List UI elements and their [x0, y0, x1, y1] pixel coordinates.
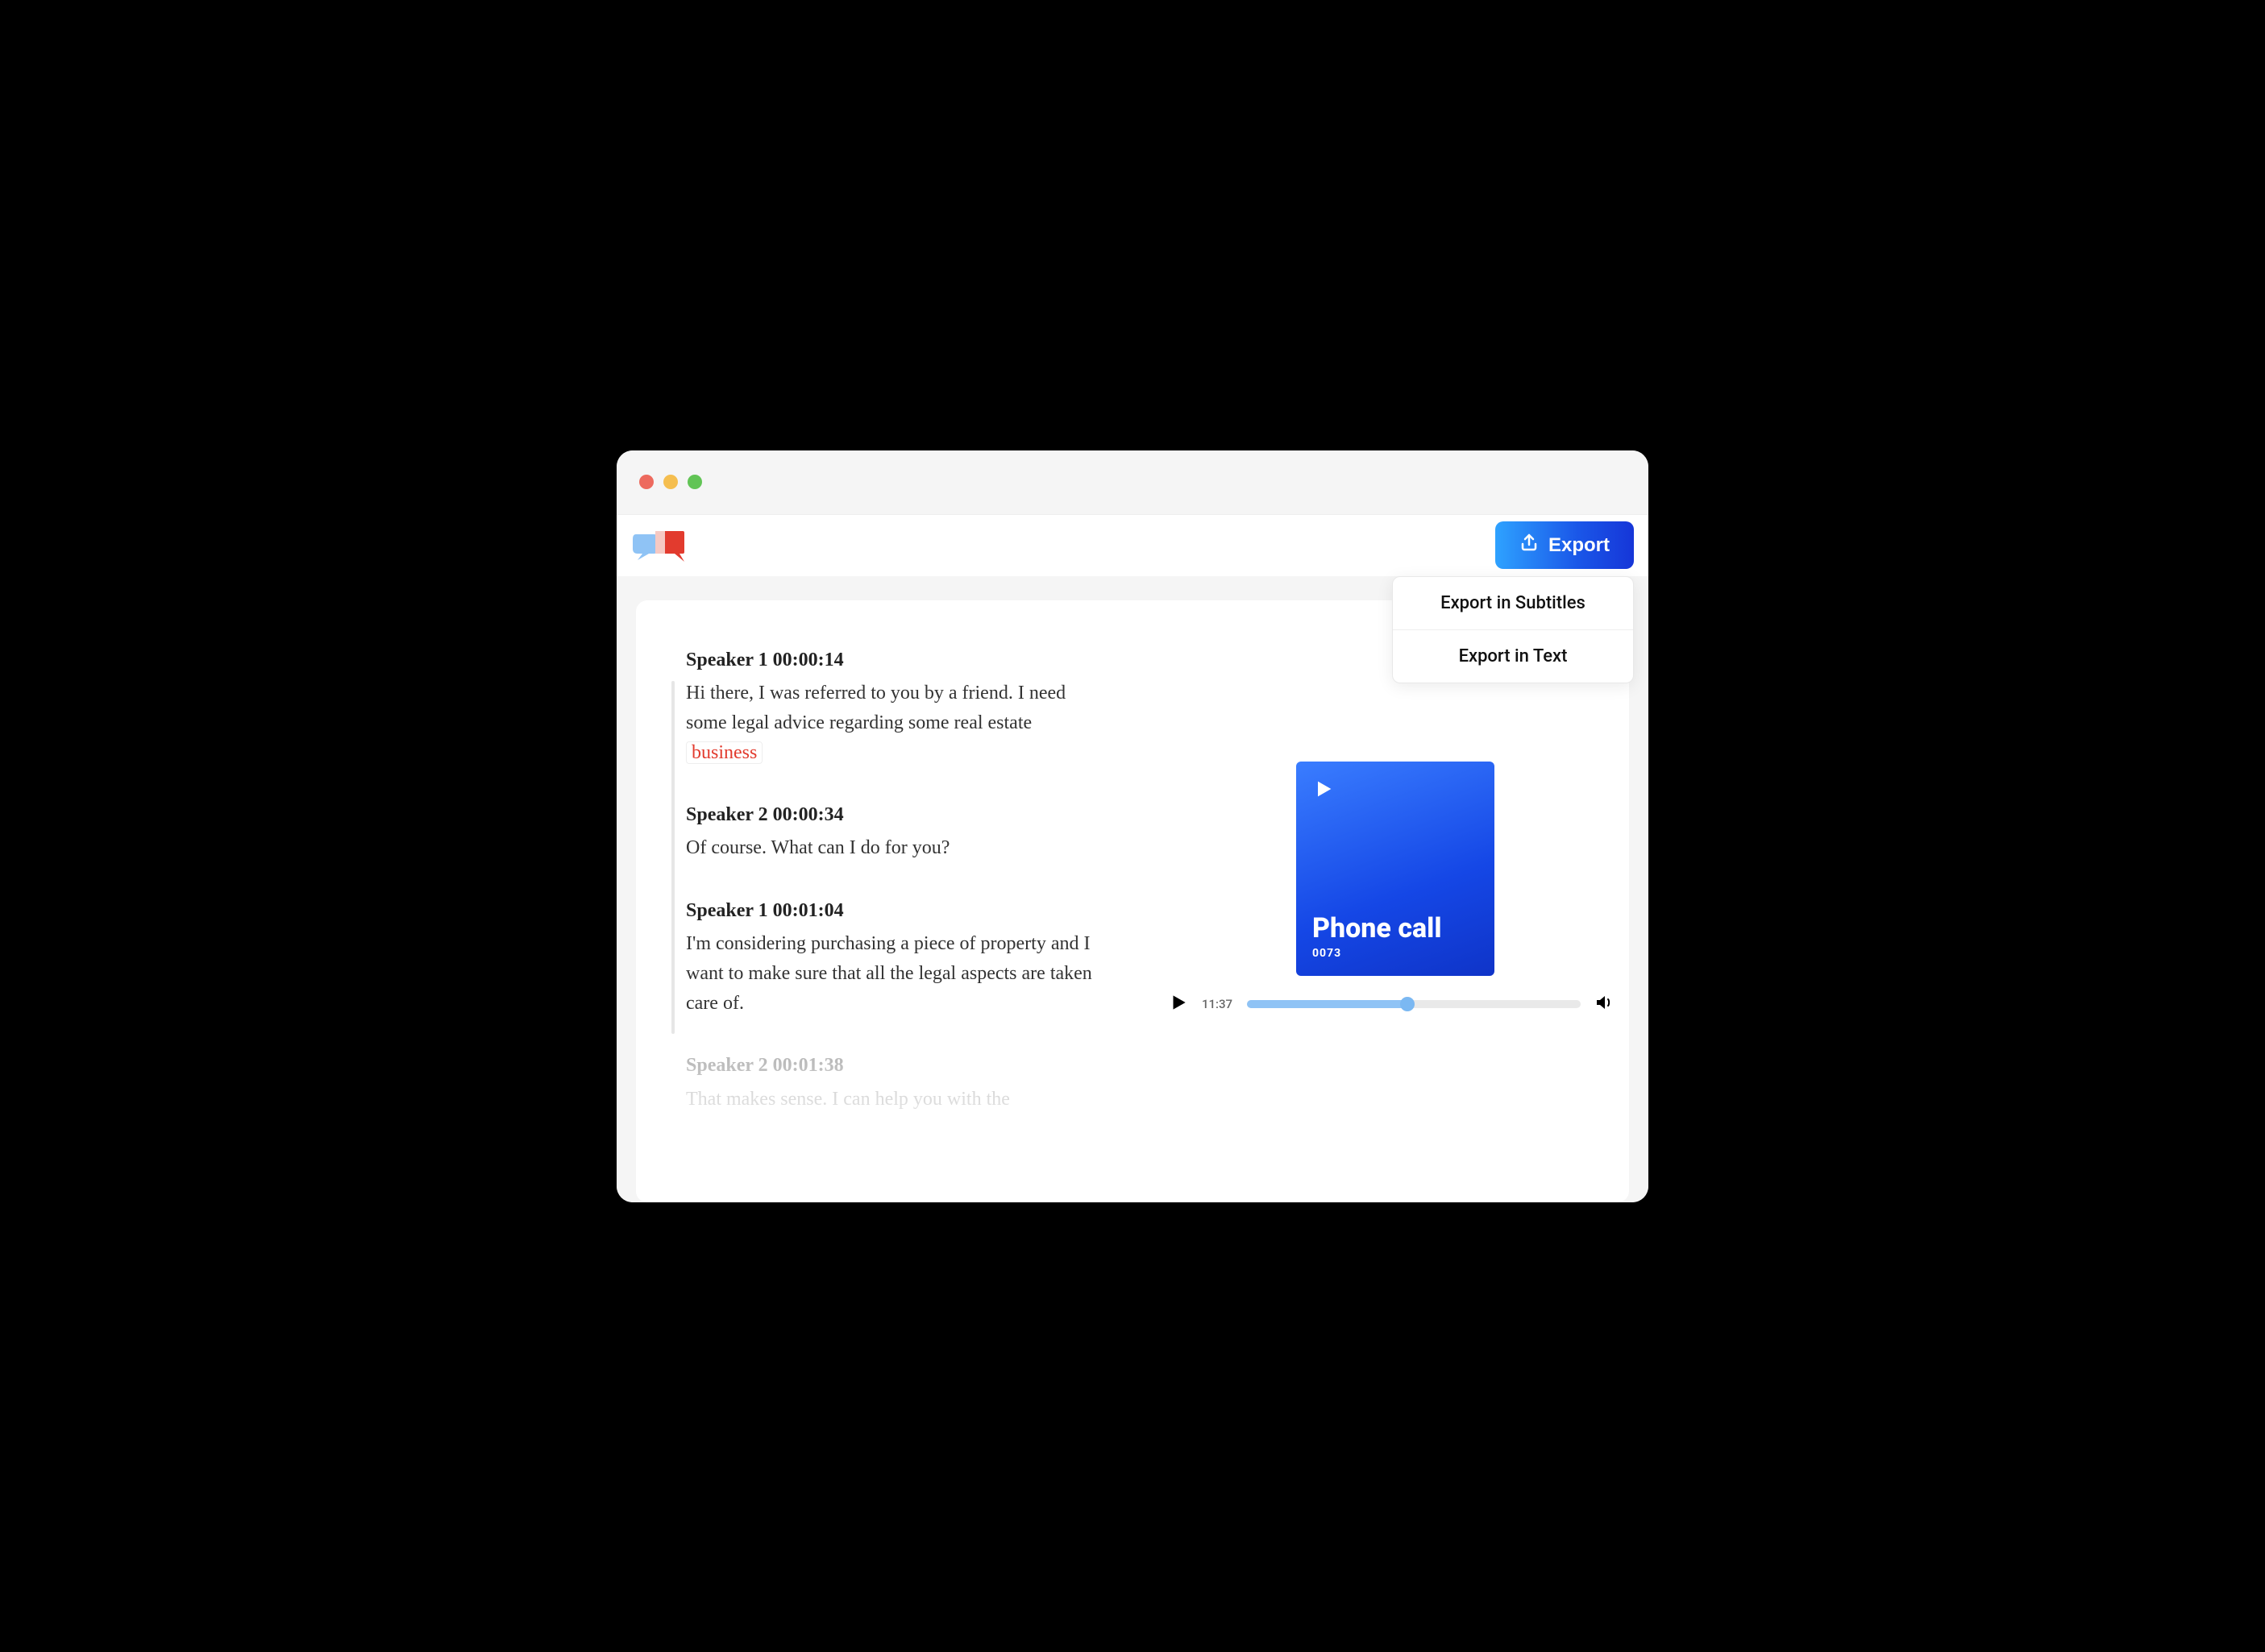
transcript-segment[interactable]: Speaker 2 00:01:38 That makes sense. I c… — [686, 1051, 1105, 1114]
window-zoom-button[interactable] — [688, 475, 702, 489]
segment-body: Hi there, I was referred to you by a fri… — [686, 683, 1066, 733]
segment-body: I'm considering purchasing a piece of pr… — [686, 929, 1105, 1019]
segment-body: That makes sense. I can help you with th… — [686, 1085, 1105, 1114]
app-window: Export Export in Subtitles Export in Tex… — [617, 450, 1648, 1202]
volume-icon[interactable] — [1594, 993, 1613, 1015]
segment-speaker: Speaker 2 — [686, 1055, 768, 1076]
toolbar: Export Export in Subtitles Export in Tex… — [617, 515, 1648, 576]
titlebar — [617, 450, 1648, 515]
segment-highlight-word[interactable]: business — [686, 741, 763, 764]
app-logo — [631, 528, 689, 563]
window-close-button[interactable] — [639, 475, 654, 489]
transcript-pane[interactable]: Speaker 1 00:00:14 Hi there, I was refer… — [636, 600, 1162, 1202]
cover-title: Phone call — [1312, 915, 1478, 942]
segment-time: 00:01:38 — [773, 1055, 844, 1076]
export-text-item[interactable]: Export in Text — [1393, 630, 1633, 683]
segment-time: 00:00:34 — [773, 804, 844, 825]
play-button[interactable] — [1168, 992, 1189, 1016]
player-controls: 11:37 — [1162, 992, 1629, 1016]
main-panel: Speaker 1 00:00:14 Hi there, I was refer… — [636, 600, 1629, 1202]
segment-speaker: Speaker 1 — [686, 650, 768, 670]
export-button[interactable]: Export — [1495, 521, 1634, 569]
window-minimize-button[interactable] — [663, 475, 678, 489]
export-menu: Export in Subtitles Export in Text — [1392, 576, 1634, 683]
export-subtitles-item[interactable]: Export in Subtitles — [1393, 577, 1633, 630]
cover-play-icon — [1312, 778, 1478, 803]
segment-speaker: Speaker 2 — [686, 804, 768, 825]
seek-fill — [1247, 1000, 1407, 1008]
transcript-segment[interactable]: Speaker 1 00:00:14 Hi there, I was refer… — [686, 645, 1105, 769]
cover-subtitle: 0073 — [1312, 947, 1478, 960]
segment-time: 00:01:04 — [773, 900, 844, 921]
seek-thumb[interactable] — [1400, 997, 1415, 1011]
player-pane: Phone call 0073 11:37 — [1162, 600, 1629, 1202]
transcript-segment[interactable]: Speaker 1 00:01:04 I'm considering purch… — [686, 896, 1105, 1019]
segment-body: Of course. What can I do for you? — [686, 833, 1105, 863]
segment-speaker: Speaker 1 — [686, 900, 768, 921]
time-elapsed: 11:37 — [1202, 997, 1234, 1011]
segment-time: 00:00:14 — [773, 650, 844, 670]
audio-cover[interactable]: Phone call 0073 — [1296, 762, 1494, 976]
transcript-segment[interactable]: Speaker 2 00:00:34 Of course. What can I… — [686, 800, 1105, 863]
export-icon — [1519, 533, 1539, 558]
export-button-label: Export — [1548, 534, 1610, 557]
seek-track[interactable] — [1247, 1000, 1581, 1008]
